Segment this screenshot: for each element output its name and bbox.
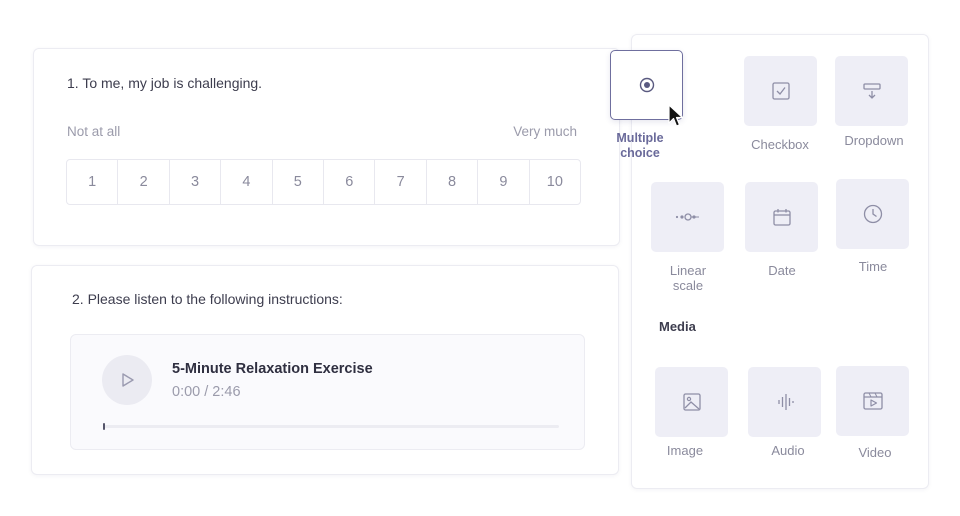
scale-option-5[interactable]: 5 — [273, 160, 325, 204]
scale-option-1[interactable]: 1 — [67, 160, 119, 204]
mouse-cursor-icon — [668, 104, 684, 127]
tile-label-line: scale — [672, 278, 704, 293]
tile-label-linear-scale: Linear scale — [646, 263, 730, 293]
audio-player: 5-Minute Relaxation Exercise 0:00 / 2:46 — [70, 334, 585, 450]
scale-option-7[interactable]: 7 — [375, 160, 427, 204]
question-title: 1. To me, my job is challenging. — [67, 75, 263, 91]
tile-image[interactable] — [655, 367, 728, 437]
audio-time: 0:00 / 2:46 — [172, 384, 241, 400]
tile-label-video: Video — [858, 445, 892, 460]
scale-high-label: Very much — [513, 124, 577, 139]
linear-scale-icon — [675, 213, 699, 221]
tile-label-time: Time — [858, 259, 888, 274]
radio-icon — [639, 77, 654, 93]
question-card-1: 1. To me, my job is challenging. Not at … — [33, 48, 620, 246]
tile-linear-scale[interactable] — [651, 182, 724, 252]
tile-label-checkbox: Checkbox — [751, 137, 809, 152]
tile-label-line: choice — [620, 146, 660, 160]
question-card-2: 2. Please listen to the following instru… — [31, 265, 619, 475]
scale-option-6[interactable]: 6 — [324, 160, 376, 204]
question-title: 2. Please listen to the following instru… — [72, 291, 343, 307]
tile-label-multiple-choice: Multiple choice — [608, 131, 672, 161]
tile-label-dropdown: Dropdown — [844, 133, 904, 148]
dropdown-icon — [862, 83, 881, 99]
tile-checkbox[interactable] — [744, 56, 817, 126]
play-icon — [122, 373, 134, 387]
tile-label-line: Multiple — [616, 131, 664, 145]
tile-audio[interactable] — [748, 367, 821, 437]
audio-progress-track[interactable] — [103, 423, 559, 430]
calendar-icon — [772, 209, 791, 226]
clock-icon — [863, 204, 882, 224]
scale-option-9[interactable]: 9 — [478, 160, 530, 204]
audio-progress-handle[interactable] — [103, 423, 105, 430]
scale-option-10[interactable]: 10 — [530, 160, 580, 204]
tile-time[interactable] — [836, 179, 909, 249]
scale-option-3[interactable]: 3 — [170, 160, 222, 204]
scale-option-4[interactable]: 4 — [221, 160, 273, 204]
media-heading: Media — [659, 319, 696, 334]
checkbox-icon — [771, 82, 790, 100]
image-icon — [682, 393, 701, 411]
video-icon — [862, 392, 883, 410]
rating-scale: 1 2 3 4 5 6 7 8 9 10 — [66, 159, 581, 205]
tile-label-date: Date — [768, 263, 796, 278]
tile-label-audio: Audio — [771, 443, 805, 458]
audio-icon — [777, 394, 794, 410]
tile-label-line: Linear — [669, 263, 707, 278]
tile-date[interactable] — [745, 182, 818, 252]
play-button[interactable] — [102, 355, 152, 405]
tile-dropdown[interactable] — [835, 56, 908, 126]
scale-low-label: Not at all — [67, 124, 121, 139]
tile-video[interactable] — [836, 366, 909, 436]
audio-title: 5-Minute Relaxation Exercise — [172, 361, 373, 377]
scale-option-8[interactable]: 8 — [427, 160, 479, 204]
scale-option-2[interactable]: 2 — [118, 160, 170, 204]
tile-label-image: Image — [666, 443, 704, 458]
